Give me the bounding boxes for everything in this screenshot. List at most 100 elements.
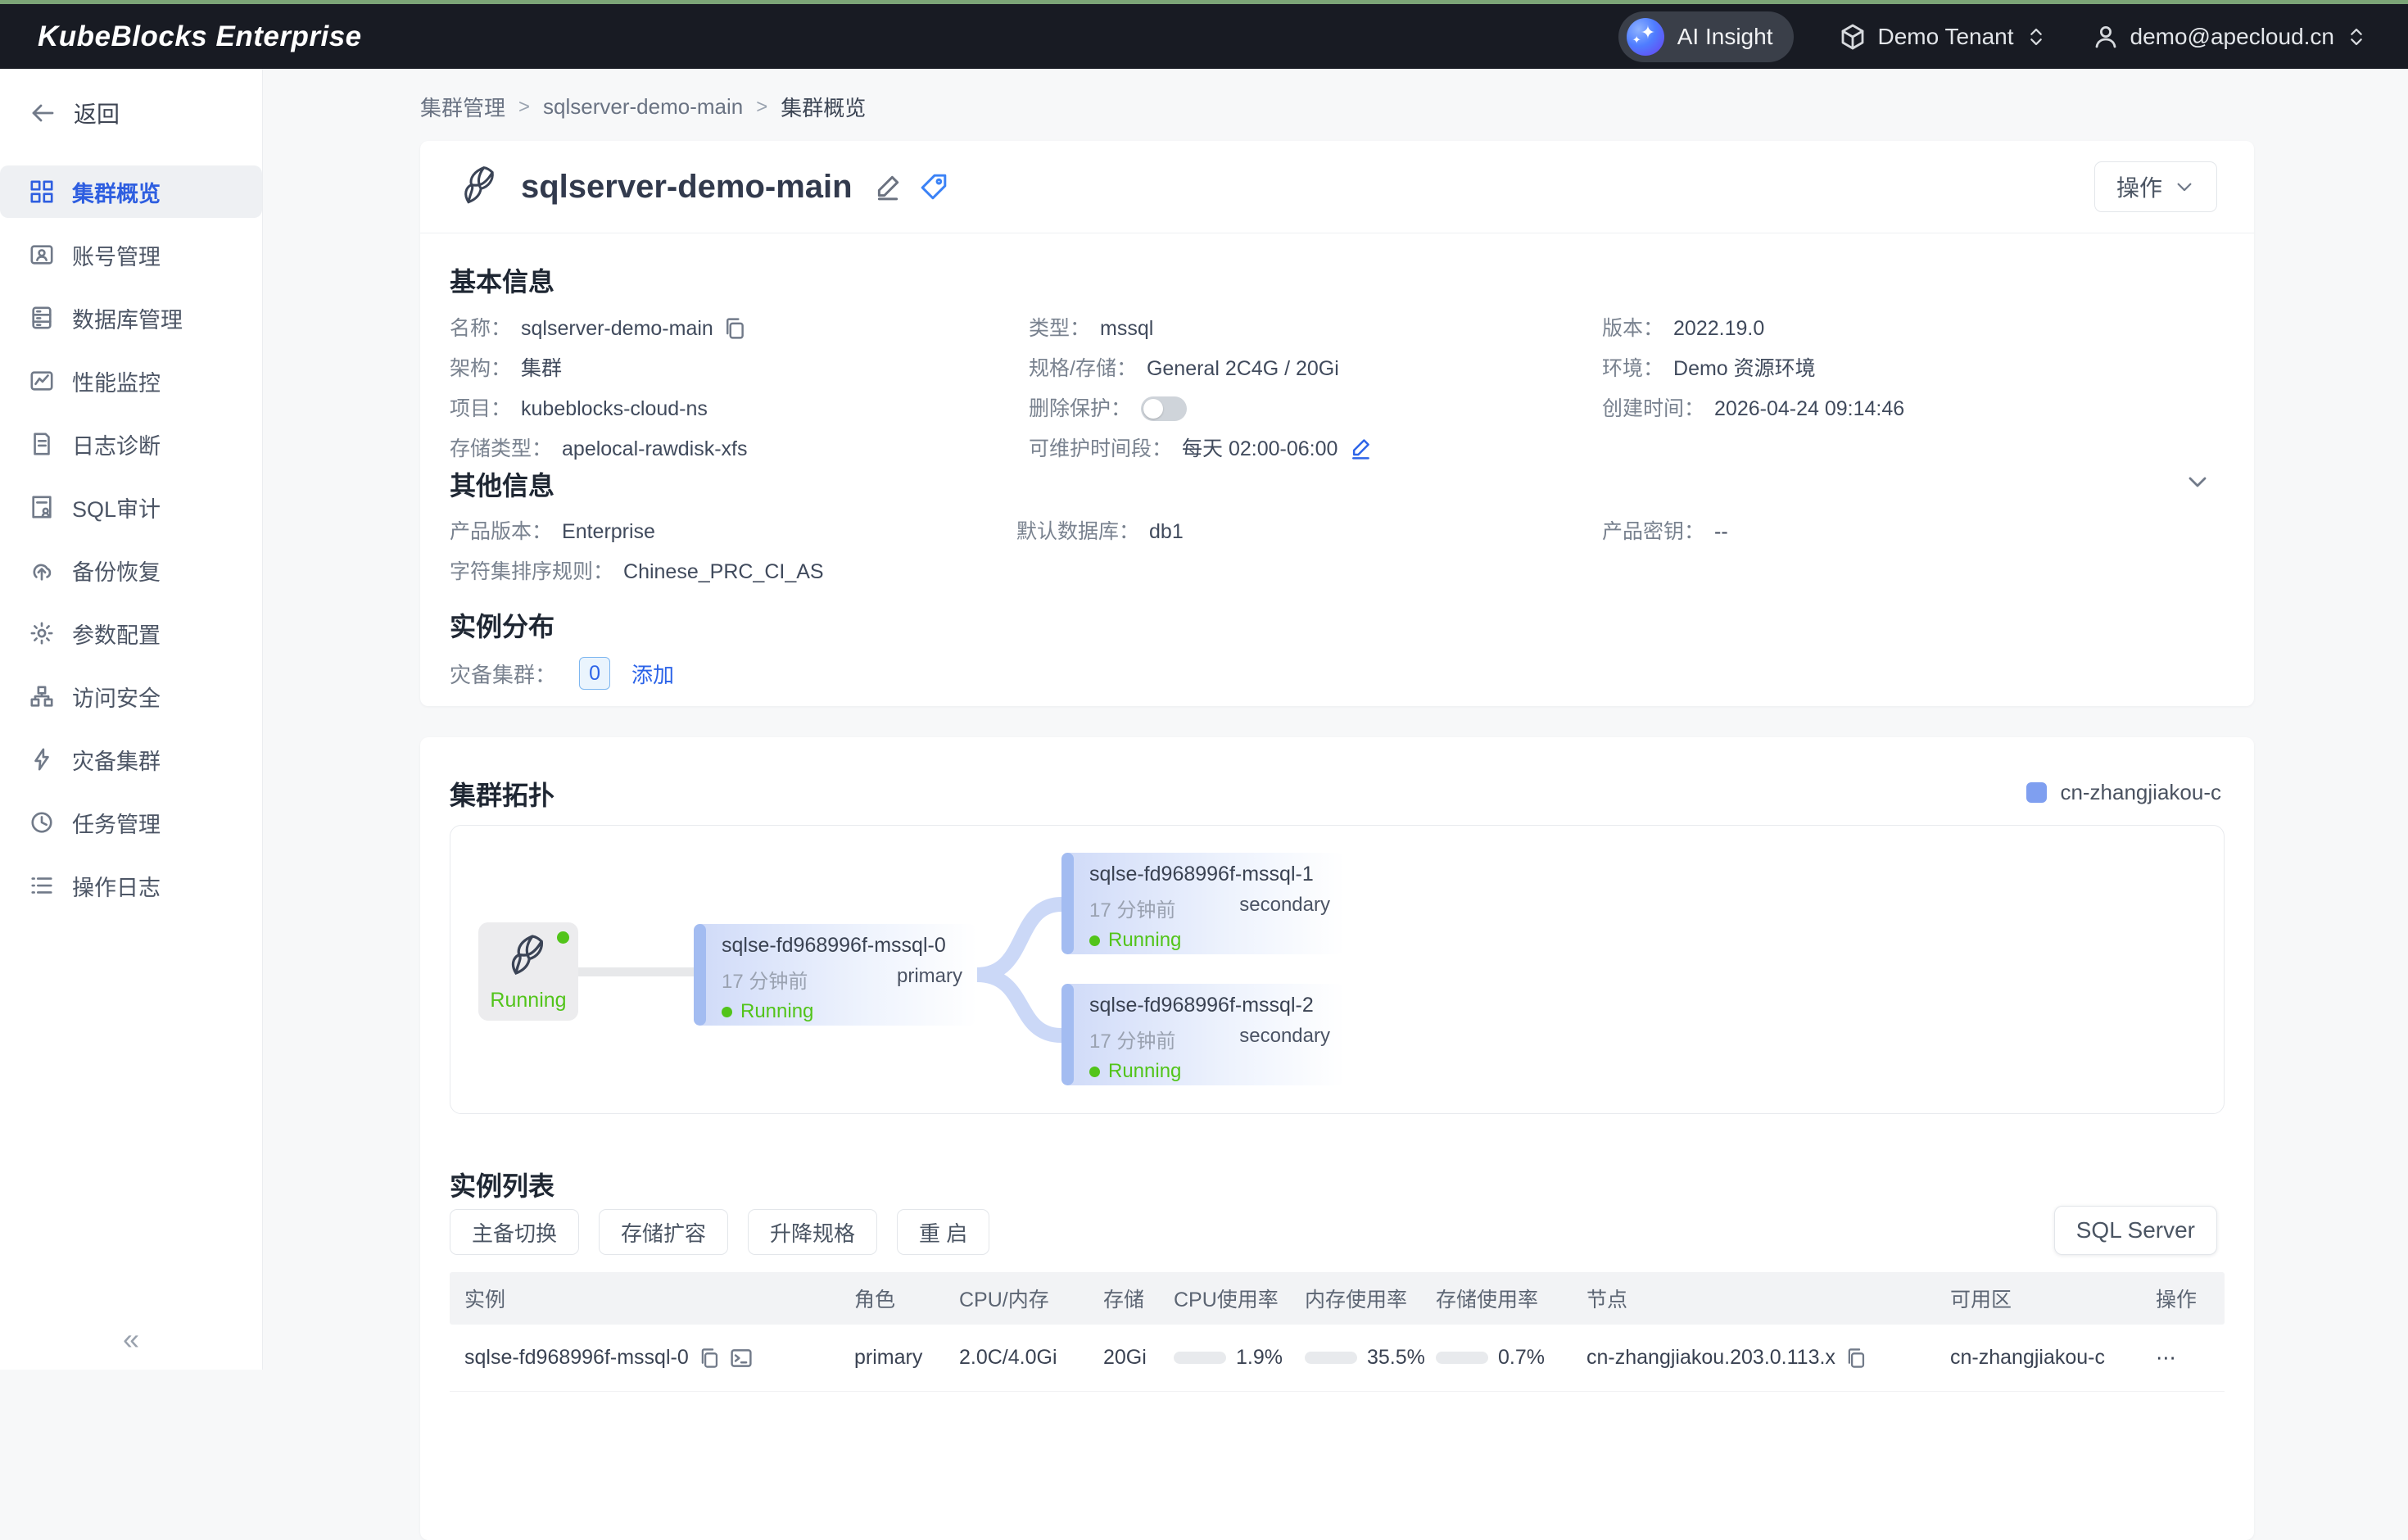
chevron-down-icon [2174,176,2195,197]
breadcrumb-cluster-mgmt[interactable]: 集群管理 [420,92,505,122]
col-cpu-usage: CPU使用率 [1174,1284,1305,1313]
field-label: 删除保护： [1029,394,1131,424]
chart-line-icon [29,369,54,393]
pod-card-primary[interactable]: sqlse-fd968996f-mssql-0 17 分钟前 primary R… [694,924,977,1026]
back-button[interactable]: 返回 [29,97,262,129]
sidebar-item-backup-restore[interactable]: 备份恢复 [0,544,262,596]
instance-name: sqlse-fd968996f-mssql-0 [464,1346,689,1370]
ai-sparkle-icon: ✦✦ [1627,18,1664,56]
topology-card: 集群拓扑 cn-zhangjiakou-c Running [420,737,2254,1540]
sidebar-item-parameter-config[interactable]: 参数配置 [0,607,262,659]
switchover-button[interactable]: 主备切换 [450,1209,579,1255]
cluster-connector [578,967,694,976]
copy-icon[interactable] [723,317,746,340]
field-label: 产品密钥： [1602,517,1704,546]
project-value: kubeblocks-cloud-ns [521,394,708,424]
sidebar-item-account-mgmt[interactable]: 账号管理 [0,229,262,281]
collapse-section-icon[interactable] [2184,469,2211,495]
field-label: 环境： [1602,354,1663,383]
col-storage-usage: 存储使用率 [1436,1284,1586,1313]
breadcrumb-cluster-name[interactable]: sqlserver-demo-main [543,94,743,120]
field-label: 架构： [450,354,511,383]
sidebar-collapse-button[interactable]: « [123,1322,139,1357]
delete-protection-toggle[interactable] [1141,396,1187,421]
grid-icon [29,179,54,204]
copy-icon[interactable] [1845,1348,1867,1369]
mem-usage-value: 35.5% [1367,1346,1425,1370]
restart-button[interactable]: 重 启 [897,1209,989,1255]
pod-status: Running [1108,929,1181,952]
sidebar-item-label: 任务管理 [72,807,161,839]
product-key-value: -- [1714,517,1728,546]
sidebar-item-label: 备份恢复 [72,555,161,587]
ai-insight-button[interactable]: ✦✦ AI Insight [1618,11,1795,62]
database-icon [29,306,54,330]
sidebar-item-log-diagnosis[interactable]: 日志诊断 [0,418,262,470]
sidebar-item-label: 数据库管理 [72,302,183,334]
pod-role: secondary [1239,894,1330,922]
instance-storage: 20Gi [1103,1346,1174,1370]
sidebar-item-access-security[interactable]: 访问安全 [0,670,262,722]
sidebar-item-sql-audit[interactable]: SQL审计 [0,481,262,533]
col-cpu-mem: CPU/内存 [959,1284,1103,1313]
sidebar-item-label: 日志诊断 [72,428,161,460]
cluster-node[interactable]: Running [478,922,578,1021]
mem-usage-bar [1305,1352,1357,1364]
storage-usage-bar [1436,1352,1488,1364]
zone-legend: cn-zhangjiakou-c [2026,780,2221,805]
sidebar-item-performance-monitor[interactable]: 性能监控 [0,355,262,407]
edit-maintenance-icon[interactable] [1349,437,1372,460]
resize-spec-button[interactable]: 升降规格 [748,1209,877,1255]
edit-title-icon[interactable] [874,173,902,201]
node-name: cn-zhangjiakou.203.0.113.x [1586,1346,1835,1370]
terminal-icon[interactable] [730,1347,753,1370]
basic-info-heading: 基本信息 [450,261,554,299]
pod-card-secondary-2[interactable]: sqlse-fd968996f-mssql-2 17 分钟前 secondary… [1061,984,1345,1085]
default-db-value: db1 [1149,517,1184,546]
tag-icon[interactable] [920,173,948,201]
ai-insight-label: AI Insight [1677,24,1773,50]
pod-card-secondary-1[interactable]: sqlse-fd968996f-mssql-1 17 分钟前 secondary… [1061,853,1345,954]
sidebar-item-label: 访问安全 [72,681,161,713]
sidebar-item-label: 账号管理 [72,239,161,271]
collation-value: Chinese_PRC_CI_AS [623,557,824,587]
row-more-actions[interactable]: ⋯ [2156,1346,2225,1370]
storage-expand-button[interactable]: 存储扩容 [599,1209,728,1255]
field-label: 默认数据库： [1016,517,1139,546]
sidebar-item-label: 参数配置 [72,618,161,650]
pod-age: 17 分钟前 [722,965,808,994]
chevron-updown-icon [2026,25,2047,49]
sidebar: 返回 集群概览 账号管理 数据库管理 性能监控 日志诊断 SQL审计 [0,69,263,1370]
sidebar-item-task-mgmt[interactable]: 任务管理 [0,796,262,849]
sidebar-item-cluster-overview[interactable]: 集群概览 [0,165,262,218]
cluster-name-value: sqlserver-demo-main [521,314,713,343]
engine-tab-sqlserver[interactable]: SQL Server [2054,1206,2217,1255]
architecture-value: 集群 [521,354,562,383]
chevron-updown-icon [2346,25,2367,49]
pod-status: Running [740,1000,813,1023]
screen-border [0,0,2408,4]
col-actions: 操作 [2156,1284,2225,1313]
brand-logo: KubeBlocks Enterprise [38,20,362,53]
zone-color-swatch [2026,782,2047,803]
spec-storage-value: General 2C4G / 20Gi [1147,354,1339,383]
breadcrumb-current: 集群概览 [781,92,866,122]
sidebar-item-database-mgmt[interactable]: 数据库管理 [0,292,262,344]
sidebar-item-operation-log[interactable]: 操作日志 [0,859,262,912]
copy-icon[interactable] [699,1348,720,1369]
clock-icon [29,810,54,835]
account-menu[interactable]: demo@apecloud.cn [2093,24,2367,50]
sidebar-item-label: SQL审计 [72,491,161,523]
user-icon [2093,24,2119,50]
page-title: sqlserver-demo-main [521,169,853,206]
engine-type-value: mssql [1100,314,1153,343]
actions-dropdown-button[interactable]: 操作 [2094,161,2217,212]
list-icon [29,873,54,898]
status-dot [1089,935,1100,946]
sidebar-item-dr-cluster[interactable]: 灾备集群 [0,733,262,786]
add-dr-cluster-link[interactable]: 添加 [631,659,674,689]
tenant-selector[interactable]: Demo Tenant [1840,24,2046,50]
dr-cluster-count[interactable]: 0 [579,657,610,690]
breadcrumb: 集群管理 > sqlserver-demo-main > 集群概览 [420,92,866,122]
breadcrumb-separator: > [518,96,530,119]
